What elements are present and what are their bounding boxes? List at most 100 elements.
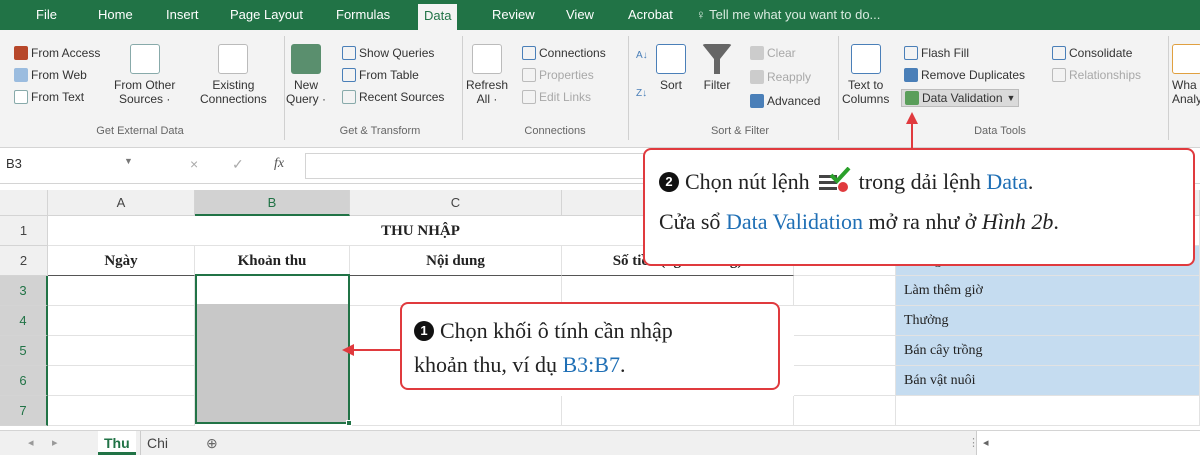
from-table-button[interactable]: From Table	[342, 68, 419, 82]
row-header-6[interactable]: 6	[0, 366, 48, 396]
from-access-button[interactable]: From Access	[14, 46, 100, 60]
row-header-5[interactable]: 5	[0, 336, 48, 366]
filter-icon	[702, 44, 732, 74]
text-to-columns-button[interactable]: Text to Columns	[842, 44, 889, 106]
list-item[interactable]: Làm thêm giờ	[896, 276, 1200, 306]
row-header-4[interactable]: 4	[0, 306, 48, 336]
column-header-c[interactable]: C	[350, 190, 562, 216]
cancel-icon[interactable]: ×	[190, 156, 198, 172]
from-other-sources-button[interactable]: From Other Sources ·	[114, 44, 175, 106]
column-header-a[interactable]: A	[48, 190, 195, 216]
consolidate-button[interactable]: Consolidate	[1052, 46, 1132, 60]
tab-formulas[interactable]: Formulas	[330, 0, 396, 30]
cell[interactable]	[794, 336, 896, 366]
callout-step-1: 1 Chọn khối ô tính cần nhập khoản thu, ví…	[400, 302, 780, 390]
group-divider	[284, 36, 285, 140]
cell[interactable]	[794, 306, 896, 336]
sort-button[interactable]: Sort	[656, 44, 686, 92]
properties-button[interactable]: Properties	[522, 68, 594, 82]
tab-data[interactable]: Data	[418, 4, 458, 30]
chevron-down-icon[interactable]: ▼	[1007, 93, 1016, 103]
existing-connections-button[interactable]: Existing Connections	[200, 44, 267, 106]
cell[interactable]	[350, 396, 562, 426]
clear-filter-icon	[750, 46, 764, 60]
list-item[interactable]: Bán cây trồng	[896, 336, 1200, 366]
flash-fill-button[interactable]: Flash Fill	[904, 46, 969, 60]
fill-handle[interactable]	[346, 420, 352, 426]
header-cell-date[interactable]: Ngày	[48, 246, 195, 276]
tab-file[interactable]: File	[30, 0, 63, 30]
cell[interactable]	[48, 306, 195, 336]
refresh-all-button[interactable]: Refresh All ·	[466, 44, 508, 106]
scroll-left-icon[interactable]: ◂	[22, 431, 40, 455]
tab-acrobat[interactable]: Acrobat	[622, 0, 679, 30]
clear-filter-button[interactable]: Clear	[750, 46, 796, 60]
cell[interactable]	[794, 396, 896, 426]
formula-input[interactable]	[305, 153, 665, 179]
list-item[interactable]: Bán vật nuôi	[896, 366, 1200, 396]
group-label-sort-filter: Sort & Filter	[710, 125, 770, 137]
add-sheet-icon[interactable]: ⊕	[200, 431, 224, 455]
sort-az-button[interactable]: A↓	[636, 50, 648, 61]
enter-icon[interactable]: ✓	[232, 156, 244, 173]
row-header-1[interactable]: 1	[0, 216, 48, 246]
insert-function-icon[interactable]: fx	[274, 156, 284, 172]
cell[interactable]	[562, 396, 794, 426]
what-if-analysis-button[interactable]: Wha Analy	[1172, 44, 1200, 106]
advanced-filter-icon	[750, 94, 764, 108]
reapply-button[interactable]: Reapply	[750, 70, 811, 84]
tab-view[interactable]: View	[560, 0, 600, 30]
cell[interactable]	[48, 336, 195, 366]
name-box[interactable]: B3 ▼	[6, 156, 156, 178]
filter-button[interactable]: Filter	[702, 44, 732, 92]
from-text-button[interactable]: From Text	[14, 90, 84, 104]
chevron-down-icon[interactable]: ▼	[124, 156, 133, 166]
active-cell-b3[interactable]	[197, 276, 348, 304]
step-number-badge: 1	[414, 321, 434, 341]
new-query-button[interactable]: New Query ·	[286, 44, 326, 106]
arrow-to-selection	[342, 344, 400, 356]
show-queries-button[interactable]: Show Queries	[342, 46, 434, 60]
cell[interactable]	[48, 396, 195, 426]
group-divider	[1168, 36, 1169, 140]
sheet-tab-thu[interactable]: Thu	[98, 431, 136, 455]
tab-page-layout[interactable]: Page Layout	[224, 0, 309, 30]
group-label-connections: Connections	[524, 125, 586, 137]
sort-za-button[interactable]: Z↓	[636, 88, 647, 99]
web-icon	[14, 68, 28, 82]
other-sources-icon	[129, 44, 160, 74]
cell[interactable]	[794, 366, 896, 396]
tab-insert[interactable]: Insert	[160, 0, 205, 30]
tell-me-box[interactable]: ♀ Tell me what you want to do...	[696, 0, 880, 30]
column-header-b[interactable]: B	[195, 190, 350, 216]
from-web-button[interactable]: From Web	[14, 68, 87, 82]
cell[interactable]	[48, 276, 195, 306]
existing-connections-icon	[218, 44, 249, 74]
cell[interactable]	[794, 276, 896, 306]
tab-review[interactable]: Review	[486, 0, 541, 30]
text-to-columns-icon	[850, 44, 881, 74]
relationships-button[interactable]: Relationships	[1052, 68, 1141, 82]
recent-sources-button[interactable]: Recent Sources	[342, 90, 444, 104]
advanced-filter-button[interactable]: Advanced	[750, 94, 820, 108]
group-divider	[628, 36, 629, 140]
data-validation-button[interactable]: Data Validation ▼	[901, 89, 1020, 107]
edit-links-icon	[522, 90, 536, 104]
edit-links-button[interactable]: Edit Links	[522, 90, 591, 104]
connections-button[interactable]: Connections	[522, 46, 606, 60]
header-cell-content[interactable]: Nội dung	[350, 246, 562, 276]
row-header-2[interactable]: 2	[0, 246, 48, 276]
row-header-7[interactable]: 7	[0, 396, 48, 426]
cell[interactable]	[48, 366, 195, 396]
horizontal-scrollbar[interactable]: ◂	[976, 431, 1200, 455]
cell[interactable]	[896, 396, 1200, 426]
list-item[interactable]: Thưởng	[896, 306, 1200, 336]
row-header-3[interactable]: 3	[0, 276, 48, 306]
sheet-tab-chi[interactable]: Chi	[140, 431, 174, 455]
data-validation-icon	[819, 166, 851, 192]
header-cell-income-type[interactable]: Khoản thu	[195, 246, 350, 276]
scroll-right-icon[interactable]: ▸	[46, 431, 64, 455]
remove-duplicates-button[interactable]: Remove Duplicates	[904, 68, 1025, 82]
tab-home[interactable]: Home	[92, 0, 139, 30]
select-all-corner[interactable]	[0, 190, 48, 216]
